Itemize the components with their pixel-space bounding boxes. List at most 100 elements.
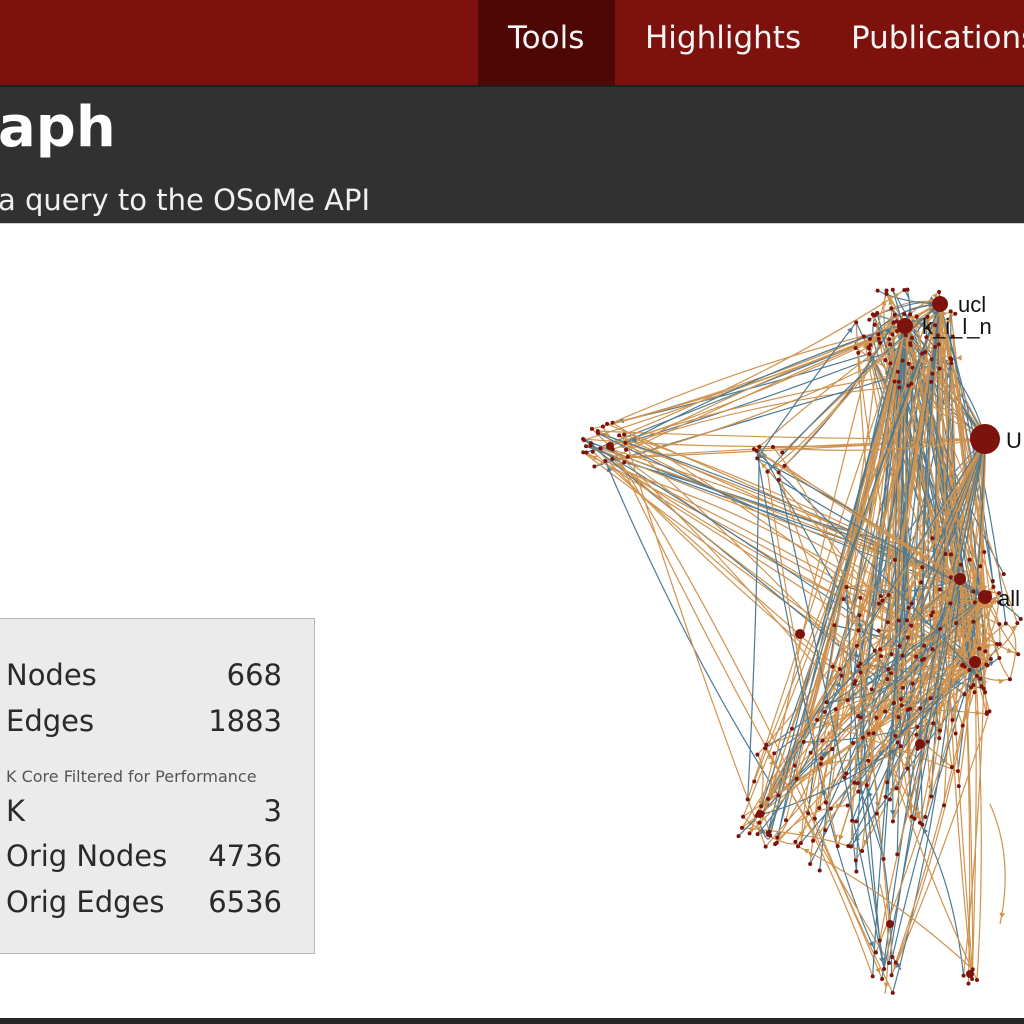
graph-node[interactable] bbox=[883, 709, 888, 714]
graph-hub-node[interactable] bbox=[795, 629, 805, 639]
graph-node[interactable] bbox=[949, 765, 954, 770]
graph-node[interactable] bbox=[893, 733, 898, 738]
graph-node[interactable] bbox=[842, 775, 847, 780]
graph-node[interactable] bbox=[755, 832, 760, 837]
graph-node[interactable] bbox=[922, 643, 927, 648]
graph-node[interactable] bbox=[900, 685, 905, 690]
graph-node[interactable] bbox=[895, 740, 900, 745]
graph-node[interactable] bbox=[1018, 616, 1023, 621]
graph-node[interactable] bbox=[617, 433, 622, 438]
graph-node[interactable] bbox=[949, 361, 954, 366]
graph-node[interactable] bbox=[883, 794, 888, 799]
graph-node[interactable] bbox=[991, 584, 996, 589]
graph-node[interactable] bbox=[961, 662, 966, 667]
graph-node[interactable] bbox=[874, 811, 879, 816]
graph-node[interactable] bbox=[988, 657, 993, 662]
graph-node[interactable] bbox=[776, 470, 781, 475]
graph-node[interactable] bbox=[832, 623, 837, 628]
graph-node[interactable] bbox=[896, 379, 901, 384]
graph-node[interactable] bbox=[852, 681, 857, 686]
graph-node[interactable] bbox=[933, 344, 938, 349]
graph-node[interactable] bbox=[920, 822, 925, 827]
graph-node[interactable] bbox=[605, 421, 610, 426]
graph-node[interactable] bbox=[870, 312, 875, 317]
graph-node[interactable] bbox=[798, 841, 803, 846]
graph-node[interactable] bbox=[776, 793, 781, 798]
graph-node[interactable] bbox=[896, 618, 901, 623]
graph-hub-node[interactable] bbox=[756, 810, 764, 818]
graph-node[interactable] bbox=[909, 623, 914, 628]
graph-node[interactable] bbox=[983, 690, 988, 695]
graph-node[interactable] bbox=[937, 736, 942, 741]
graph-node[interactable] bbox=[868, 343, 873, 348]
graph-node[interactable] bbox=[741, 814, 746, 819]
graph-node[interactable] bbox=[1007, 677, 1012, 682]
graph-node[interactable] bbox=[900, 653, 905, 658]
graph-node[interactable] bbox=[892, 379, 897, 384]
graph-node[interactable] bbox=[919, 580, 924, 585]
graph-node[interactable] bbox=[948, 601, 953, 606]
graph-node[interactable] bbox=[823, 800, 828, 805]
graph-node[interactable] bbox=[795, 844, 800, 849]
graph-node[interactable] bbox=[589, 426, 594, 431]
graph-node[interactable] bbox=[948, 309, 953, 314]
graph-node[interactable] bbox=[873, 950, 878, 955]
graph-node[interactable] bbox=[623, 440, 628, 445]
graph-node[interactable] bbox=[890, 955, 895, 960]
graph-node[interactable] bbox=[765, 830, 770, 835]
graph-node[interactable] bbox=[995, 642, 1000, 647]
graph-node[interactable] bbox=[887, 797, 892, 802]
graph-node[interactable] bbox=[860, 848, 865, 853]
graph-node[interactable] bbox=[966, 981, 971, 986]
graph-node[interactable] bbox=[776, 477, 781, 482]
graph-node[interactable] bbox=[844, 771, 849, 776]
graph-node[interactable] bbox=[879, 654, 884, 659]
graph-node[interactable] bbox=[581, 437, 586, 442]
graph-node[interactable] bbox=[961, 973, 966, 978]
graph-node[interactable] bbox=[857, 613, 862, 618]
graph-node[interactable] bbox=[872, 322, 877, 327]
graph-node[interactable] bbox=[755, 456, 760, 461]
graph-node[interactable] bbox=[923, 815, 928, 820]
graph-node[interactable] bbox=[819, 756, 824, 761]
graph-node[interactable] bbox=[892, 312, 897, 317]
graph-node[interactable] bbox=[906, 605, 911, 610]
graph-node[interactable] bbox=[1001, 572, 1006, 577]
graph-node[interactable] bbox=[782, 463, 787, 468]
graph-node[interactable] bbox=[956, 784, 961, 789]
graph-node[interactable] bbox=[909, 335, 914, 340]
graph-node[interactable] bbox=[884, 288, 889, 293]
graph-node[interactable] bbox=[909, 601, 914, 606]
graph-node[interactable] bbox=[793, 839, 798, 844]
graph-node[interactable] bbox=[972, 600, 977, 605]
graph-node[interactable] bbox=[984, 710, 989, 715]
graph-node[interactable] bbox=[937, 366, 942, 371]
graph-node[interactable] bbox=[918, 706, 923, 711]
graph-node[interactable] bbox=[1015, 621, 1020, 626]
graph-node[interactable] bbox=[920, 565, 925, 570]
graph-node[interactable] bbox=[864, 783, 869, 788]
graph-node[interactable] bbox=[856, 789, 861, 794]
graph-node[interactable] bbox=[871, 731, 876, 736]
graph-node[interactable] bbox=[886, 667, 891, 672]
graph-node[interactable] bbox=[982, 549, 987, 554]
graph-node[interactable] bbox=[844, 585, 849, 590]
graph-node[interactable] bbox=[1016, 652, 1021, 657]
graph-node[interactable] bbox=[867, 336, 872, 341]
graph-node[interactable] bbox=[890, 332, 895, 337]
graph-node[interactable] bbox=[958, 562, 963, 567]
graph-node[interactable] bbox=[949, 357, 954, 362]
graph-node[interactable] bbox=[867, 351, 872, 356]
graph-node[interactable] bbox=[883, 358, 888, 363]
graph-node[interactable] bbox=[830, 747, 835, 752]
graph-node[interactable] bbox=[897, 385, 902, 390]
graph-node[interactable] bbox=[997, 656, 1002, 661]
graph-node[interactable] bbox=[828, 806, 833, 811]
graph-node[interactable] bbox=[878, 647, 883, 652]
graph-node[interactable] bbox=[990, 579, 995, 584]
graph-node[interactable] bbox=[929, 357, 934, 362]
graph-node[interactable] bbox=[893, 960, 898, 965]
graph-node[interactable] bbox=[930, 371, 935, 376]
graph-node[interactable] bbox=[977, 646, 982, 651]
graph-node[interactable] bbox=[757, 820, 762, 825]
